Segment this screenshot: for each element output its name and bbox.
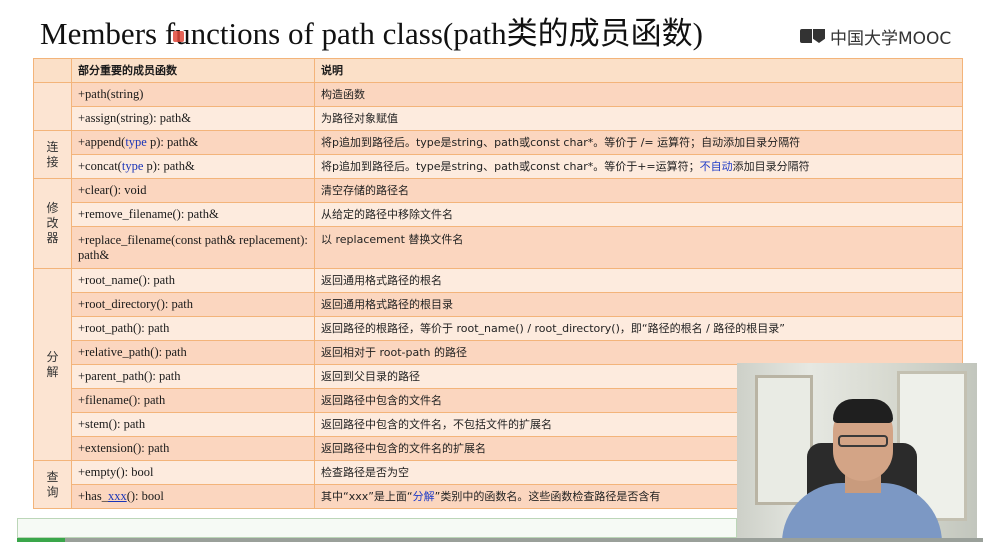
table-row: +replace_filename(const path& replacemen…: [34, 226, 963, 269]
table-row: +root_directory(): path 返回通用格式路径的根目录: [34, 292, 963, 317]
slide-title: Members functions of path class(path类的成员…: [40, 16, 703, 51]
table-row: +root_path(): path 返回路径的根路径，等价于 root_nam…: [34, 316, 963, 341]
function-cell: +stem(): path: [71, 412, 315, 437]
description-cell: 返回路径的根路径，等价于 root_name() / root_director…: [314, 316, 963, 341]
table-header-row: 部分重要的成员函数 说明: [33, 58, 963, 83]
presenter-video[interactable]: [737, 363, 977, 542]
header-corner-cell: [33, 58, 72, 83]
description-cell: 清空存储的路径名: [314, 178, 963, 203]
group-label-connect: 连接: [33, 130, 72, 179]
header-description: 说明: [314, 58, 963, 83]
subtitle-bar: [17, 518, 737, 538]
function-cell: +remove_filename(): path&: [71, 202, 315, 227]
function-cell: +clear(): void: [71, 178, 315, 203]
group-label-query: 查询: [33, 460, 72, 509]
function-cell: +concat(type p): path&: [71, 154, 315, 179]
function-cell: +append(type p): path&: [71, 130, 315, 155]
table-row: +relative_path(): path 返回相对于 root-path 的…: [34, 340, 963, 365]
table-row: 分解 +root_name(): path 返回通用格式路径的根名: [33, 268, 963, 461]
description-cell: 返回相对于 root-path 的路径: [314, 340, 963, 365]
description-cell: 为路径对象赋值: [314, 106, 963, 131]
presenter-glasses: [838, 435, 888, 447]
table-row: 修改器 +clear(): void 清空存储的路径名: [33, 178, 963, 269]
table-row: +assign(string): path& 为路径对象赋值: [34, 106, 963, 131]
function-cell: +extension(): path: [71, 436, 315, 461]
video-progress-bar[interactable]: [17, 538, 983, 542]
description-cell: 构造函数: [314, 82, 963, 107]
function-cell: +has_xxx(): bool: [71, 484, 315, 509]
wall-frame: [755, 375, 813, 505]
table-row: +concat(type p): path& 将p追加到路径后。type是str…: [34, 154, 963, 179]
brand-label: 中国大学MOOC: [830, 28, 952, 49]
function-cell: +parent_path(): path: [71, 364, 315, 389]
description-cell: 以 replacement 替换文件名: [314, 226, 963, 269]
function-cell: +empty(): bool: [71, 460, 315, 485]
video-progress-fill: [17, 538, 66, 542]
table-row: +path(string) 构造函数: [33, 82, 963, 131]
function-cell: +root_directory(): path: [71, 292, 315, 317]
table-row: +remove_filename(): path& 从给定的路径中移除文件名: [34, 202, 963, 227]
description-cell: 将p追加到路径后。type是string、path或const char*。等价…: [314, 130, 963, 155]
description-cell: 返回通用格式路径的根目录: [314, 292, 963, 317]
function-cell: +relative_path(): path: [71, 340, 315, 365]
function-cell: +filename(): path: [71, 388, 315, 413]
description-cell: 从给定的路径中移除文件名: [314, 202, 963, 227]
function-cell: +path(string): [71, 82, 315, 107]
group-label-decompose: 分解: [33, 268, 72, 461]
mooc-logo-icon: [800, 27, 826, 45]
description-cell: 返回通用格式路径的根名: [314, 268, 963, 293]
mooc-brand: 中国大学MOOC: [800, 24, 952, 49]
function-cell: +root_path(): path: [71, 316, 315, 341]
function-cell: +replace_filename(const path& replacemen…: [71, 226, 315, 269]
table-row: 连接 +append(type p): path& 将p追加到路径后。type是…: [33, 130, 963, 179]
laser-pointer-dot: [173, 31, 184, 42]
function-cell: +assign(string): path&: [71, 106, 315, 131]
header-functions: 部分重要的成员函数: [71, 58, 315, 83]
function-cell: +root_name(): path: [71, 268, 315, 293]
group-cell-constructor: [33, 82, 72, 131]
description-cell: 将p追加到路径后。type是string、path或const char*。等价…: [314, 154, 963, 179]
group-label-modifier: 修改器: [33, 178, 72, 269]
